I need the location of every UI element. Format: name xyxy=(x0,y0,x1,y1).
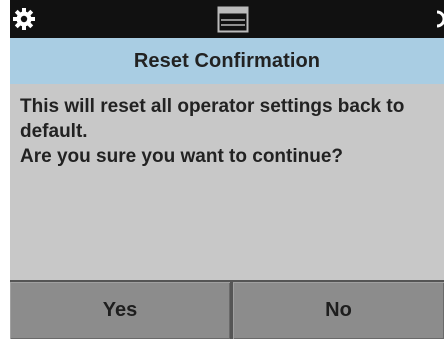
device-screen: Reset Confirmation This will reset all o… xyxy=(10,0,444,339)
no-button[interactable]: No xyxy=(233,282,444,339)
message-line: This will reset all operator settings ba… xyxy=(20,96,405,117)
partial-icon xyxy=(434,10,444,28)
message-line: default. xyxy=(20,121,88,142)
window-icon xyxy=(217,6,249,33)
gear-icon[interactable] xyxy=(13,8,35,30)
message-line: Are you sure you want to continue? xyxy=(20,146,344,167)
status-bar xyxy=(10,0,444,38)
dialog-message: This will reset all operator settings ba… xyxy=(10,84,444,280)
dialog-title: Reset Confirmation xyxy=(133,49,321,72)
yes-button[interactable]: Yes xyxy=(10,282,230,339)
button-row: Yes No xyxy=(10,280,444,339)
dialog-title-bar: Reset Confirmation xyxy=(10,38,444,84)
